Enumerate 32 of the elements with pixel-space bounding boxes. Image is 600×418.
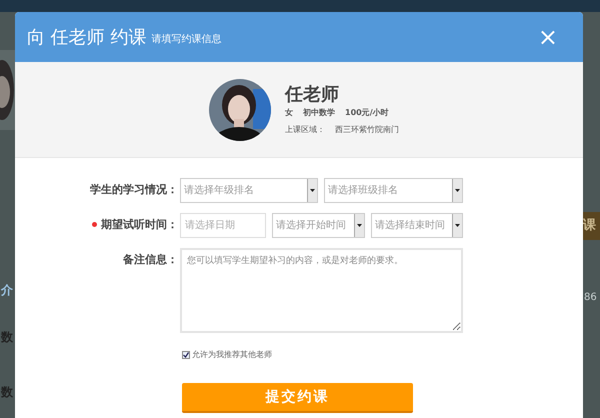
checkbox[interactable]	[182, 351, 190, 359]
field-label: 备注信息：	[123, 252, 178, 268]
area-label: 上课区域：	[285, 124, 325, 136]
select-field[interactable]: 请选择结束时间	[371, 213, 463, 238]
dialog-title: 向 任老师 约课	[27, 26, 146, 50]
dropdown-icon	[310, 189, 315, 192]
dropdown-icon	[357, 224, 362, 227]
teacher-detail: 初中数学	[303, 106, 335, 118]
select-field[interactable]: 请选择班级排名	[324, 178, 463, 203]
placeholder-text: 请选择年级排名	[183, 184, 254, 198]
field-label: 学生的学习情况：	[90, 182, 178, 198]
select-field[interactable]: 请选择年级排名	[180, 178, 318, 203]
checkbox-label: 允许为我推荐其他老师	[192, 349, 272, 361]
select-field[interactable]: 请选择开始时间	[272, 213, 365, 238]
submit-button[interactable]: 提交约课	[182, 383, 413, 413]
teacher-name: 任老师	[285, 84, 340, 106]
dropdown-icon	[455, 224, 460, 227]
dialog-subtitle: 请填写约课信息	[151, 32, 222, 47]
area-value: 西三环紫竹院南门	[335, 124, 399, 136]
input-field[interactable]: 请选择日期	[180, 213, 266, 238]
teacher-detail: 女	[285, 106, 293, 118]
text-area[interactable]: 您可以填写学生期望补习的内容，或是对老师的要求。	[180, 248, 463, 333]
close-button[interactable]: ×	[538, 25, 558, 49]
placeholder-text: 请选择结束时间	[374, 218, 445, 233]
placeholder-text: 请选择开始时间	[275, 218, 346, 233]
field-label: 期望试听时间：	[101, 217, 178, 234]
background-text: 86	[584, 292, 597, 304]
background-text: 介	[1, 283, 13, 297]
background-text: 课	[583, 212, 600, 240]
teacher-detail: 100元/小时	[345, 106, 389, 118]
dropdown-icon	[455, 189, 460, 192]
placeholder-text: 请选择班级排名	[327, 184, 398, 198]
